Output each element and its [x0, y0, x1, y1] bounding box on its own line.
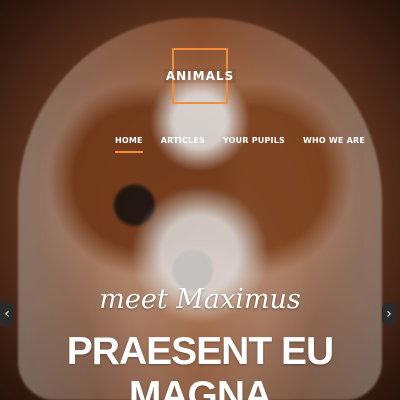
- nav-who-we-are-label: WHO WE ARE: [302, 136, 365, 145]
- nav-home-label: HOME: [115, 136, 143, 145]
- logo-text: ANIMALS: [163, 69, 237, 83]
- site-logo[interactable]: ANIMALS: [163, 48, 237, 104]
- nav-articles-link[interactable]: ARTICLES: [161, 136, 205, 153]
- chevron-right-icon: ›: [386, 306, 392, 322]
- nav-who-we-are-link[interactable]: WHO WE ARE: [303, 136, 365, 153]
- hero-subtitle: meet Maximus: [99, 284, 301, 315]
- hero-headline: PRAESENT EU MAGNA: [66, 330, 334, 400]
- previous-slide-button[interactable]: ‹: [0, 302, 14, 326]
- nav-articles-label: ARTICLES: [160, 136, 205, 145]
- hero-section: ANIMALS HOME ARTICLES YOUR PUPILS WHO WE…: [0, 0, 400, 400]
- nav-your-pupils-link[interactable]: YOUR PUPILS: [223, 136, 285, 153]
- nav-home-link[interactable]: HOME: [115, 136, 143, 153]
- next-slide-button[interactable]: ›: [382, 302, 396, 326]
- nav-your-pupils-label: YOUR PUPILS: [222, 136, 285, 145]
- main-navigation: HOME ARTICLES YOUR PUPILS WHO WE ARE: [115, 136, 365, 153]
- chevron-left-icon: ‹: [4, 306, 10, 322]
